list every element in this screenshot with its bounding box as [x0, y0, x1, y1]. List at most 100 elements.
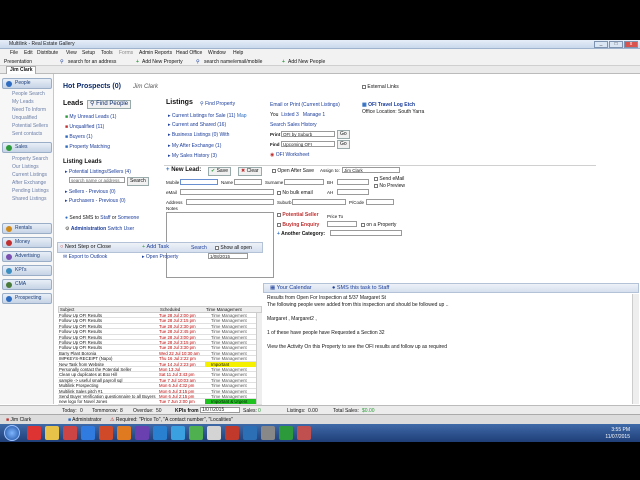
menu-forms[interactable]: Forms	[119, 50, 133, 56]
surname-field[interactable]	[284, 179, 324, 185]
print-go-button[interactable]: Go	[337, 130, 350, 139]
sidebar-sub-after-exchange[interactable]: After Exchange	[12, 180, 46, 186]
sidebar-sub-property-search[interactable]: Property Search	[12, 156, 48, 162]
search-sales-history-link[interactable]: Search Sales History	[270, 122, 317, 128]
find-people-button[interactable]: ⚲ Find People	[87, 100, 132, 109]
send-email-checkbox[interactable]: Send eMail	[374, 176, 404, 182]
assign-to-select[interactable]: Jim Clark	[342, 167, 400, 173]
menu-edit[interactable]: Edit	[24, 50, 33, 56]
sidebar-item-money[interactable]: Money	[2, 237, 52, 248]
sidebar-item-rentals[interactable]: Rentals	[2, 223, 52, 234]
menu-window[interactable]: Window	[208, 50, 226, 56]
leads-search-input[interactable]: search name or address	[69, 177, 125, 183]
taskbar-media-icon[interactable]	[99, 426, 113, 440]
sidebar-item-sales[interactable]: Sales	[2, 142, 52, 153]
taskbar-app-icon[interactable]	[297, 426, 311, 440]
sms-staff-link[interactable]: Staff	[100, 215, 110, 221]
ofi-worksheet-link[interactable]: ◉ OFI Worksheet	[270, 152, 309, 158]
sidebar-sub-current-listings[interactable]: Current Listings	[12, 172, 47, 178]
start-button[interactable]	[4, 425, 20, 441]
your-calendar-button[interactable]: ▦ Your Calendar	[270, 285, 312, 291]
listing-current-shared[interactable]: ▸ Current and Shared (16)	[168, 122, 226, 128]
no-preview-checkbox[interactable]: No Preview	[374, 183, 405, 189]
listing-lead-purchasers[interactable]: ▸ Purchasers - Previous (0)	[65, 198, 126, 204]
lead-my-unread[interactable]: ■ My Unread Leads (1)	[65, 114, 116, 120]
sidebar-sub-people-search[interactable]: People Search	[12, 91, 45, 97]
sidebar-sub-our-listings[interactable]: Our Listings	[12, 164, 39, 170]
find-go-button[interactable]: Go	[337, 140, 350, 149]
with-link[interactable]: With	[219, 132, 229, 138]
listing-sales-history[interactable]: ▸ My Sales History (3)	[168, 153, 217, 159]
listing-after-exchange[interactable]: ▸ My After Exchange (1)	[168, 143, 221, 149]
menu-admin-reports[interactable]: Admin Reports	[139, 50, 172, 56]
sidebar-sub-sent-contacts[interactable]: Sent contacts	[12, 131, 42, 137]
maximize-button[interactable]: □	[609, 41, 623, 48]
another-category-select[interactable]	[330, 230, 402, 236]
leads-search-button[interactable]: Search	[127, 177, 149, 186]
sidebar-sub-unqualified[interactable]: Unqualified	[12, 115, 37, 121]
taskbar-app-icon[interactable]	[63, 426, 77, 440]
sidebar-item-prospecting[interactable]: Prospecting	[2, 293, 52, 304]
menu-help[interactable]: Help	[233, 50, 243, 56]
export-outlook-button[interactable]: ✉ Export to Outlook	[63, 254, 107, 260]
search-address-input[interactable]: search for an address	[68, 59, 116, 65]
taskbar-firefox-icon[interactable]	[117, 426, 131, 440]
task-notes[interactable]: Results from Open For Inspection at 5/37…	[265, 294, 639, 404]
add-people-button[interactable]: Add New People	[288, 59, 325, 65]
task-scrollbar[interactable]	[256, 313, 262, 404]
sms-task-staff-button[interactable]: ● SMS this task to Staff	[332, 285, 389, 291]
find-select[interactable]: Upcoming OFI	[281, 141, 335, 147]
add-task-button[interactable]: + Add Task	[142, 244, 169, 250]
listing-business[interactable]: ▸ Business Listings (0) With	[168, 132, 229, 138]
lead-unqualified[interactable]: ■ Unqualified (11)	[65, 124, 104, 130]
task-search-link[interactable]: Search	[191, 245, 207, 251]
lead-buyers[interactable]: ■ Buyers (1)	[65, 134, 92, 140]
menu-tools[interactable]: Tools	[101, 50, 113, 56]
sms-someone-link[interactable]: Someone	[118, 215, 139, 221]
sidebar-item-advertising[interactable]: Advertising	[2, 251, 52, 262]
taskbar-excel-icon[interactable]	[279, 426, 293, 440]
sidebar-item-kpis[interactable]: KPI's	[2, 265, 52, 276]
sidebar-sub-potential-sellers[interactable]: Potential Sellers	[12, 123, 48, 129]
listing-current-sale[interactable]: ▸ Current Listings for Sale (11) Map	[168, 113, 247, 119]
price-to-field[interactable]	[327, 221, 357, 227]
mobile-field[interactable]	[180, 179, 218, 185]
switch-user-link[interactable]: Switch User	[108, 226, 135, 232]
taskbar-app-icon[interactable]	[261, 426, 275, 440]
taskbar-app-icon[interactable]	[27, 426, 41, 440]
menu-view[interactable]: View	[66, 50, 77, 56]
sidebar-item-cma[interactable]: CMA	[2, 279, 52, 290]
administration-link[interactable]: Administration	[71, 226, 106, 232]
lead-property-matching[interactable]: ■ Property Matching	[65, 144, 110, 150]
presentation-button[interactable]: Presentation	[4, 59, 32, 65]
bh-field[interactable]	[337, 179, 369, 185]
next-step-button[interactable]: ○ Next Step or Close	[60, 244, 111, 250]
potential-seller-checkbox[interactable]: Potential Seller	[277, 212, 319, 218]
table-row[interactable]: new logo for Novel Jones Tue 7 Jun 2:00 p…	[58, 399, 262, 405]
sidebar-item-people[interactable]: People	[2, 78, 52, 89]
hot-prospects-link[interactable]: Hot Prospects (0)	[63, 83, 121, 90]
sidebar-sub-my-leads[interactable]: My Leads	[12, 99, 34, 105]
taskbar-browser-icon[interactable]	[81, 426, 95, 440]
open-property-button[interactable]: ▸ Open Property	[142, 254, 178, 260]
map-link[interactable]: Map	[237, 113, 247, 119]
listing-lead-sellers[interactable]: ▸ Sellers - Previous (0)	[65, 189, 116, 195]
menu-head-office[interactable]: Head Office	[176, 50, 202, 56]
external-links-checkbox[interactable]: External Links	[362, 84, 399, 90]
find-property-button[interactable]: ⚲ Find Property	[200, 101, 235, 107]
tab-jim-clark[interactable]: Jim Clark	[6, 66, 36, 74]
on-property-checkbox[interactable]: on a Property	[361, 222, 396, 228]
sidebar-sub-shared-listings[interactable]: Shared Listings	[12, 196, 46, 202]
ah-field[interactable]	[337, 189, 369, 195]
taskbar-app-icon[interactable]	[135, 426, 149, 440]
task-date-field[interactable]: 1/08/2015	[208, 253, 248, 259]
show-all-open-checkbox[interactable]: Show all open	[215, 245, 252, 251]
pcode-field[interactable]	[366, 199, 394, 205]
col-time-management[interactable]: Time Management	[206, 307, 242, 312]
clear-button[interactable]: ✖ Clear	[238, 167, 262, 176]
listing-lead-potential[interactable]: ▸ Potential Listings/Sellers (4)	[65, 169, 131, 175]
menu-setup[interactable]: Setup	[82, 50, 95, 56]
taskbar-folder-icon[interactable]	[45, 426, 59, 440]
taskbar-chrome-icon[interactable]	[189, 426, 203, 440]
taskbar-skype-icon[interactable]	[153, 426, 167, 440]
